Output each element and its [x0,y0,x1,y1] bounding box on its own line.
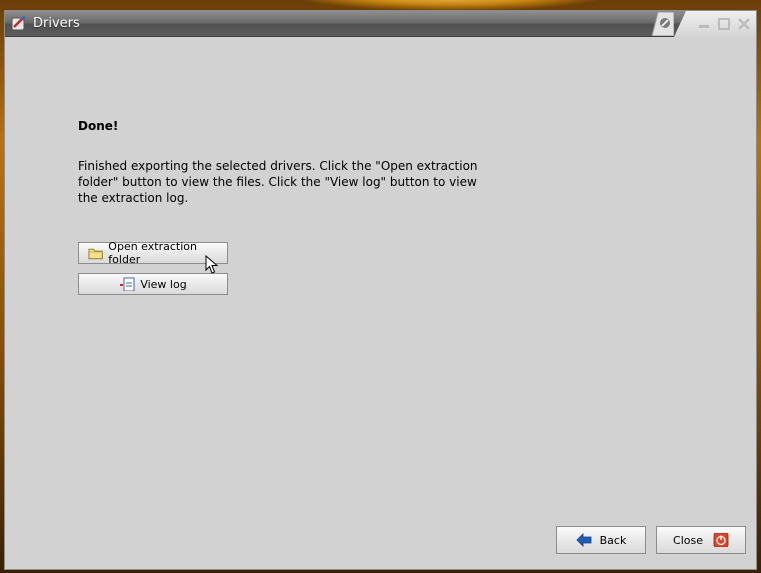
status-message: Finished exporting the selected drivers.… [78,159,478,205]
mouse-cursor-icon [205,255,219,274]
close-label: Close [673,533,703,547]
pin-icon[interactable] [646,12,674,36]
power-icon [713,533,729,547]
app-icon [11,16,25,31]
drivers-window: Drivers Done! Finished exporting the sel… [4,10,757,570]
log-file-icon [120,277,135,291]
folder-icon [88,248,103,260]
view-log-label: View log [140,277,187,291]
title-bar[interactable]: Drivers [5,11,756,37]
minimize-icon[interactable] [696,16,712,32]
close-button[interactable]: Close [656,526,746,554]
back-label: Back [599,533,627,547]
window-controls [674,11,756,37]
desktop-background [300,0,600,10]
back-button[interactable]: Back [556,526,646,554]
close-icon[interactable] [736,16,752,32]
status-heading: Done! [78,119,119,133]
maximize-icon[interactable] [716,16,732,32]
window-title: Drivers [33,16,80,31]
wizard-content: Done! Finished exporting the selected dr… [5,37,756,569]
view-log-button[interactable]: View log [78,273,228,295]
back-arrow-icon [576,533,592,547]
